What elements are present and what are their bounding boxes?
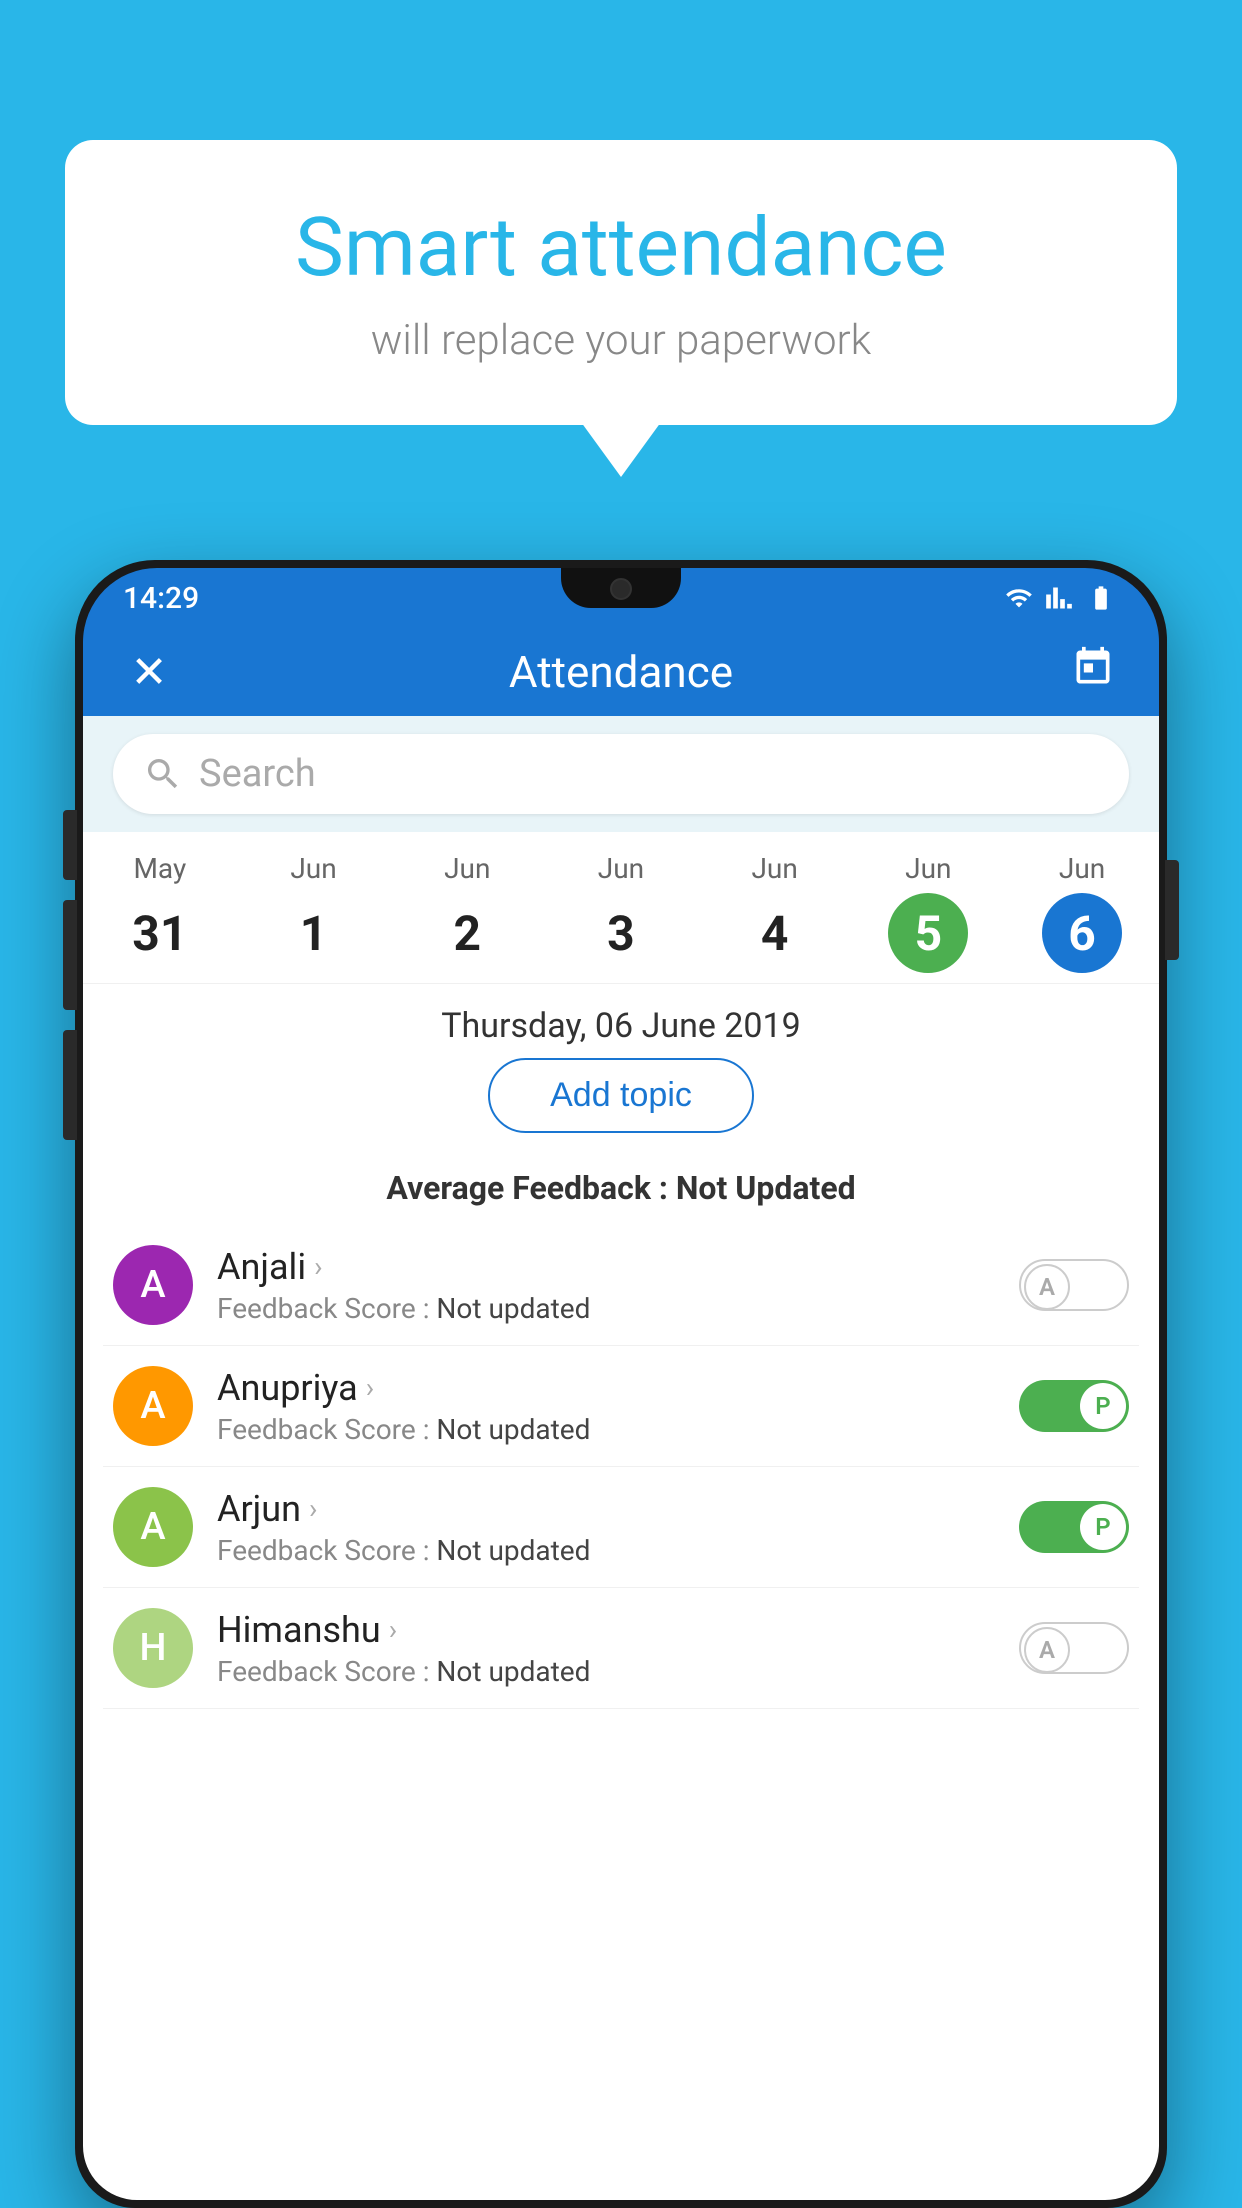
feedback-score: Feedback Score : Not updated [217,1413,995,1446]
student-name: Himanshu › [217,1609,995,1651]
speech-bubble: Smart attendance will replace your paper… [65,140,1177,425]
student-name: Anjali › [217,1246,995,1288]
attendance-toggle[interactable]: P [1019,1501,1129,1553]
selected-date: Thursday, 06 June 2019 [83,984,1159,1058]
volume-down-button [63,1030,77,1140]
avg-feedback-label: Average Feedback : [386,1169,675,1207]
close-button[interactable]: ✕ [119,646,179,698]
calendar-day[interactable]: Jun 4 [725,852,825,973]
chevron-icon: › [309,1492,317,1525]
student-info: Arjun › Feedback Score : Not updated [217,1488,995,1567]
cal-day-number: 3 [581,893,661,973]
volume-up-button [63,900,77,1010]
calendar-day[interactable]: May 31 [110,852,210,973]
wifi-icon [1003,584,1035,612]
app-bar: ✕ Attendance [83,628,1159,716]
student-item[interactable]: A Anjali › Feedback Score : Not updated A [103,1225,1139,1346]
toggle-knob: A [1024,1627,1070,1673]
calendar-day[interactable]: Jun 2 [417,852,517,973]
cal-day-number: 31 [120,893,200,973]
student-name: Arjun › [217,1488,995,1530]
cal-month: Jun [1059,852,1105,885]
cal-month: Jun [598,852,644,885]
calendar-button[interactable] [1063,645,1123,700]
student-list: AAnjali ›Feedback Score : Not updatedAAA… [83,1225,1159,1709]
attendance-toggle[interactable]: A [1019,1622,1129,1674]
chevron-icon: › [314,1250,322,1283]
calendar-strip: May 31 Jun 1 Jun 2 Jun 3 Jun 4 Jun 5 Jun 6 [83,832,1159,984]
cal-month: Jun [444,852,490,885]
cal-day-number: 2 [427,893,507,973]
chevron-icon: › [389,1613,397,1646]
student-item[interactable]: A Arjun › Feedback Score : Not updated P [103,1467,1139,1588]
student-item[interactable]: A Anupriya › Feedback Score : Not updated P [103,1346,1139,1467]
student-info: Anjali › Feedback Score : Not updated [217,1246,995,1325]
notch [561,568,681,608]
avatar: A [113,1487,193,1567]
calendar-day[interactable]: Jun 6 [1032,852,1132,973]
feedback-score: Feedback Score : Not updated [217,1655,995,1688]
power-button [1165,860,1179,960]
bubble-subtitle: will replace your paperwork [145,316,1097,365]
volume-mute-button [63,810,77,880]
cal-month: Jun [290,852,336,885]
cal-month: Jun [905,852,951,885]
calendar-day[interactable]: Jun 1 [264,852,364,973]
chevron-icon: › [366,1371,374,1404]
toggle-knob: P [1080,1504,1126,1550]
screen-content: Search May 31 Jun 1 Jun 2 Jun 3 Jun 4 Jun 5 Jun 6 Thu… [83,716,1159,2200]
attendance-toggle[interactable]: A [1019,1259,1129,1311]
avatar: A [113,1366,193,1446]
avatar: H [113,1608,193,1688]
student-info: Anupriya › Feedback Score : Not updated [217,1367,995,1446]
status-bar: 14:29 [83,568,1159,628]
avg-feedback-value: Not Updated [676,1169,856,1207]
cal-month: Jun [751,852,797,885]
feedback-score: Feedback Score : Not updated [217,1292,995,1325]
bubble-title: Smart attendance [145,200,1097,296]
front-camera [610,578,632,600]
speech-bubble-container: Smart attendance will replace your paper… [65,140,1177,425]
student-item[interactable]: H Himanshu › Feedback Score : Not updated A [103,1588,1139,1709]
signal-icon [1045,584,1073,612]
attendance-toggle[interactable]: P [1019,1380,1129,1432]
calendar-day[interactable]: Jun 3 [571,852,671,973]
search-input[interactable]: Search [113,734,1129,814]
cal-day-number: 6 [1042,893,1122,973]
average-feedback: Average Feedback : Not Updated [83,1169,1159,1225]
cal-month: May [133,852,186,885]
status-icons [1003,584,1119,612]
phone-frame: 14:29 ✕ Attendance [75,560,1167,2208]
avatar: A [113,1245,193,1325]
student-info: Himanshu › Feedback Score : Not updated [217,1609,995,1688]
search-icon [143,754,183,794]
search-placeholder: Search [199,752,316,796]
battery-icon [1083,584,1119,612]
status-time: 14:29 [123,581,199,616]
calendar-day[interactable]: Jun 5 [878,852,978,973]
feedback-score: Feedback Score : Not updated [217,1534,995,1567]
toggle-knob: A [1024,1264,1070,1310]
app-title: Attendance [179,646,1063,698]
toggle-knob: P [1080,1383,1126,1429]
search-bar-wrapper: Search [83,716,1159,832]
phone-screen: 14:29 ✕ Attendance [83,568,1159,2200]
student-name: Anupriya › [217,1367,995,1409]
cal-day-number: 4 [735,893,815,973]
cal-day-number: 5 [888,893,968,973]
add-topic-button[interactable]: Add topic [488,1058,754,1133]
cal-day-number: 1 [274,893,354,973]
